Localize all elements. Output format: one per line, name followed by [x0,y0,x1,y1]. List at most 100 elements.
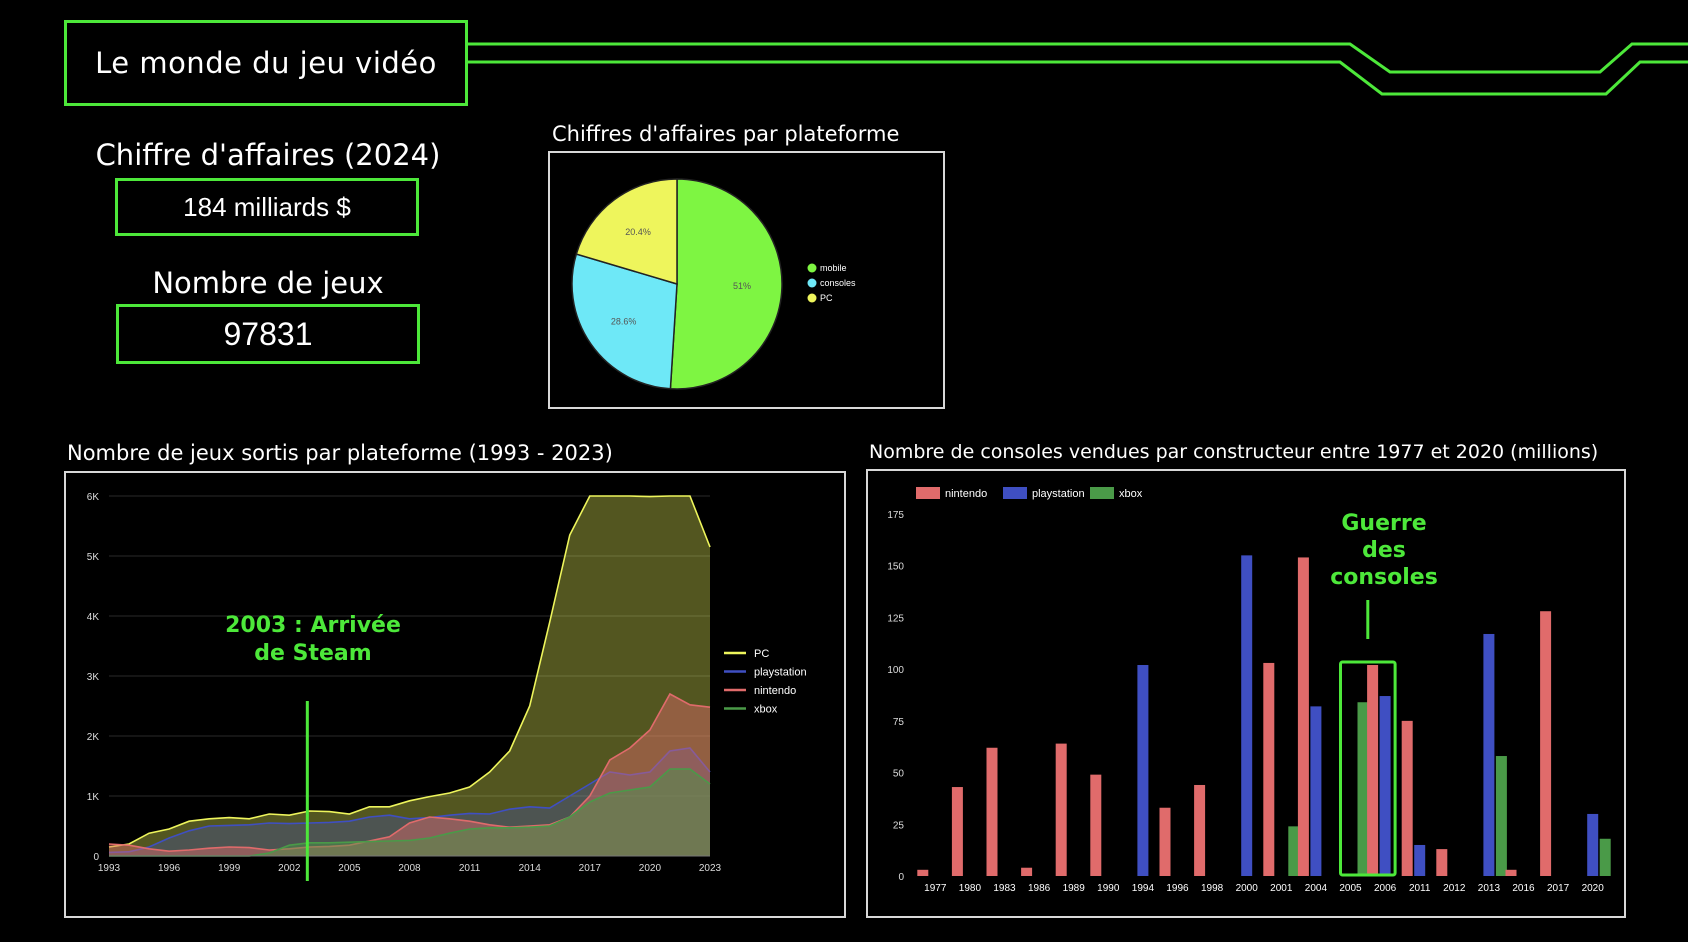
area-legend-label: playstation [754,667,807,679]
area-x-tick-label: 2002 [278,863,301,874]
area-y-tick-label: 1K [87,792,100,803]
bar-playstation-2004 [1310,706,1322,876]
bar-y-tick-label: 0 [898,872,904,883]
bar-x-tick-label: 1989 [1063,883,1086,894]
bar-xbox-2005 [1357,702,1369,876]
bar-y-tick-label: 175 [887,510,904,521]
bar-x-tick-label: 1983 [993,883,1016,894]
bar-x-tick-label: 2001 [1270,883,1293,894]
bar-chart-title: Nombre de consoles vendues par construct… [869,441,1599,463]
bar-legend-label: nintendo [945,488,987,500]
bar-nintendo-2004 [1297,557,1309,876]
area-y-tick-label: 6K [87,492,100,503]
bar-x-tick-label: 1994 [1132,883,1155,894]
console-war-annotation: Guerre des consoles [1310,510,1458,591]
area-y-tick-label: 2K [87,732,100,743]
pie-legend-swatch [807,293,817,303]
bar-x-tick-label: 2017 [1547,883,1570,894]
pie-legend-swatch [807,278,817,288]
bar-nintendo-1998 [1194,784,1206,876]
bar-x-tick-label: 2000 [1236,883,1259,894]
bar-x-tick-label: 2005 [1339,883,1362,894]
bar-nintendo-2012 [1436,849,1448,876]
bar-x-tick-label: 1986 [1028,883,1051,894]
bar-x-tick-label: 2013 [1478,883,1501,894]
bar-legend-label: playstation [1032,488,1085,500]
area-y-tick-label: 0 [93,852,99,863]
pie-legend-label: PC [820,293,833,303]
bar-legend-swatch [1090,487,1114,499]
bar-x-tick-label: 2012 [1443,883,1466,894]
bar-nintendo-1977 [917,869,929,876]
bar-x-tick-label: 1977 [924,883,947,894]
bar-nintendo-1990 [1090,774,1102,876]
console-war-line2: des [1362,538,1406,563]
steam-annotation-line1: 2003 : Arrivée [225,613,401,638]
bar-x-tick-label: 2011 [1409,883,1431,894]
bar-playstation-2000 [1241,555,1253,876]
pie-slice-mobile [669,178,783,390]
bar-x-tick-label: 1990 [1097,883,1120,894]
area-x-tick-label: 1996 [158,863,181,874]
bar-y-tick-label: 125 [887,613,904,624]
area-x-tick-label: 2014 [519,863,542,874]
pie-chart: 51% 28.6% 20.4% mobile consoles PC [571,178,856,390]
bar-xbox-2001 [1288,826,1300,876]
area-legend-label: xbox [754,704,778,716]
bar-chart-panel: 0 25 50 75 100 125 150 175 1977 1980 1983 1986 1989 1… [866,469,1626,918]
bar-xbox-2013 [1495,756,1507,876]
area-legend-label: PC [754,648,769,660]
bar-legend-swatch [916,487,940,499]
bar-nintendo-1983 [986,747,998,876]
pie-legend-label: mobile [820,263,847,273]
dashboard-title: Le monde du jeu vidéo [64,20,468,106]
bar-nintendo-1989 [1055,743,1067,876]
bar-nintendo-2017 [1540,611,1552,876]
games-value: 97831 [223,315,313,352]
revenue-value: 184 milliards $ [183,191,351,222]
steam-annotation: 2003 : Arrivée de Steam [200,612,426,668]
bar-playstation-2020 [1587,813,1599,876]
bar-y-tick-label: 100 [887,665,904,676]
games-value-box: 97831 [116,304,420,364]
area-x-tick-label: 1999 [218,863,241,874]
bar-nintendo-2016 [1505,869,1517,876]
area-x-tick-label: 2011 [459,863,481,874]
bar-y-tick-label: 150 [887,562,904,573]
bar-x-tick-label: 1998 [1201,883,1224,894]
area-chart: 0 1K 2K 3K 4K 5K 6K 1993 1996 1999 2002 2005 2008 201… [87,492,807,881]
bar-x-tick-label: 1980 [959,883,982,894]
pie-value-label: 28.6% [611,316,637,326]
bar-x-tick-label: 2006 [1374,883,1397,894]
bar-playstation-2011 [1414,844,1426,876]
pie-legend-label: consoles [820,278,856,288]
area-x-tick-label: 2023 [699,863,722,874]
bar-xbox-2020 [1599,838,1611,876]
area-x-tick-label: 2008 [398,863,421,874]
bar-x-tick-label: 2016 [1512,883,1535,894]
area-y-tick-label: 3K [87,672,100,683]
area-y-tick-label: 4K [87,612,100,623]
bar-nintendo-2001 [1263,662,1275,876]
revenue-value-box: 184 milliards $ [115,178,419,236]
bar-legend-swatch [1003,487,1027,499]
area-legend-label: nintendo [754,685,796,697]
bar-y-tick-label: 75 [893,717,905,728]
bar-nintendo-1986 [1021,867,1033,876]
area-x-tick-label: 2020 [639,863,662,874]
games-label: Nombre de jeux [152,266,384,300]
bar-chart: 0 25 50 75 100 125 150 175 1977 1980 1983 1986 1989 1… [887,487,1611,894]
bar-x-tick-label: 2020 [1582,883,1605,894]
pie-chart-title: Chiffres d'affaires par plateforme [552,122,900,146]
revenue-label: Chiffre d'affaires (2024) [95,138,441,172]
bar-legend-label: xbox [1119,488,1143,500]
area-x-tick-label: 1993 [98,863,121,874]
bar-playstation-2013 [1483,633,1495,876]
pie-value-label: 51% [733,281,751,291]
bar-nintendo-1980 [951,787,963,876]
bar-nintendo-2006 [1367,665,1379,876]
bar-y-tick-label: 25 [893,820,905,831]
bar-playstation-1994 [1137,665,1149,876]
area-y-tick-label: 5K [87,552,100,563]
steam-annotation-line2: de Steam [254,641,372,666]
